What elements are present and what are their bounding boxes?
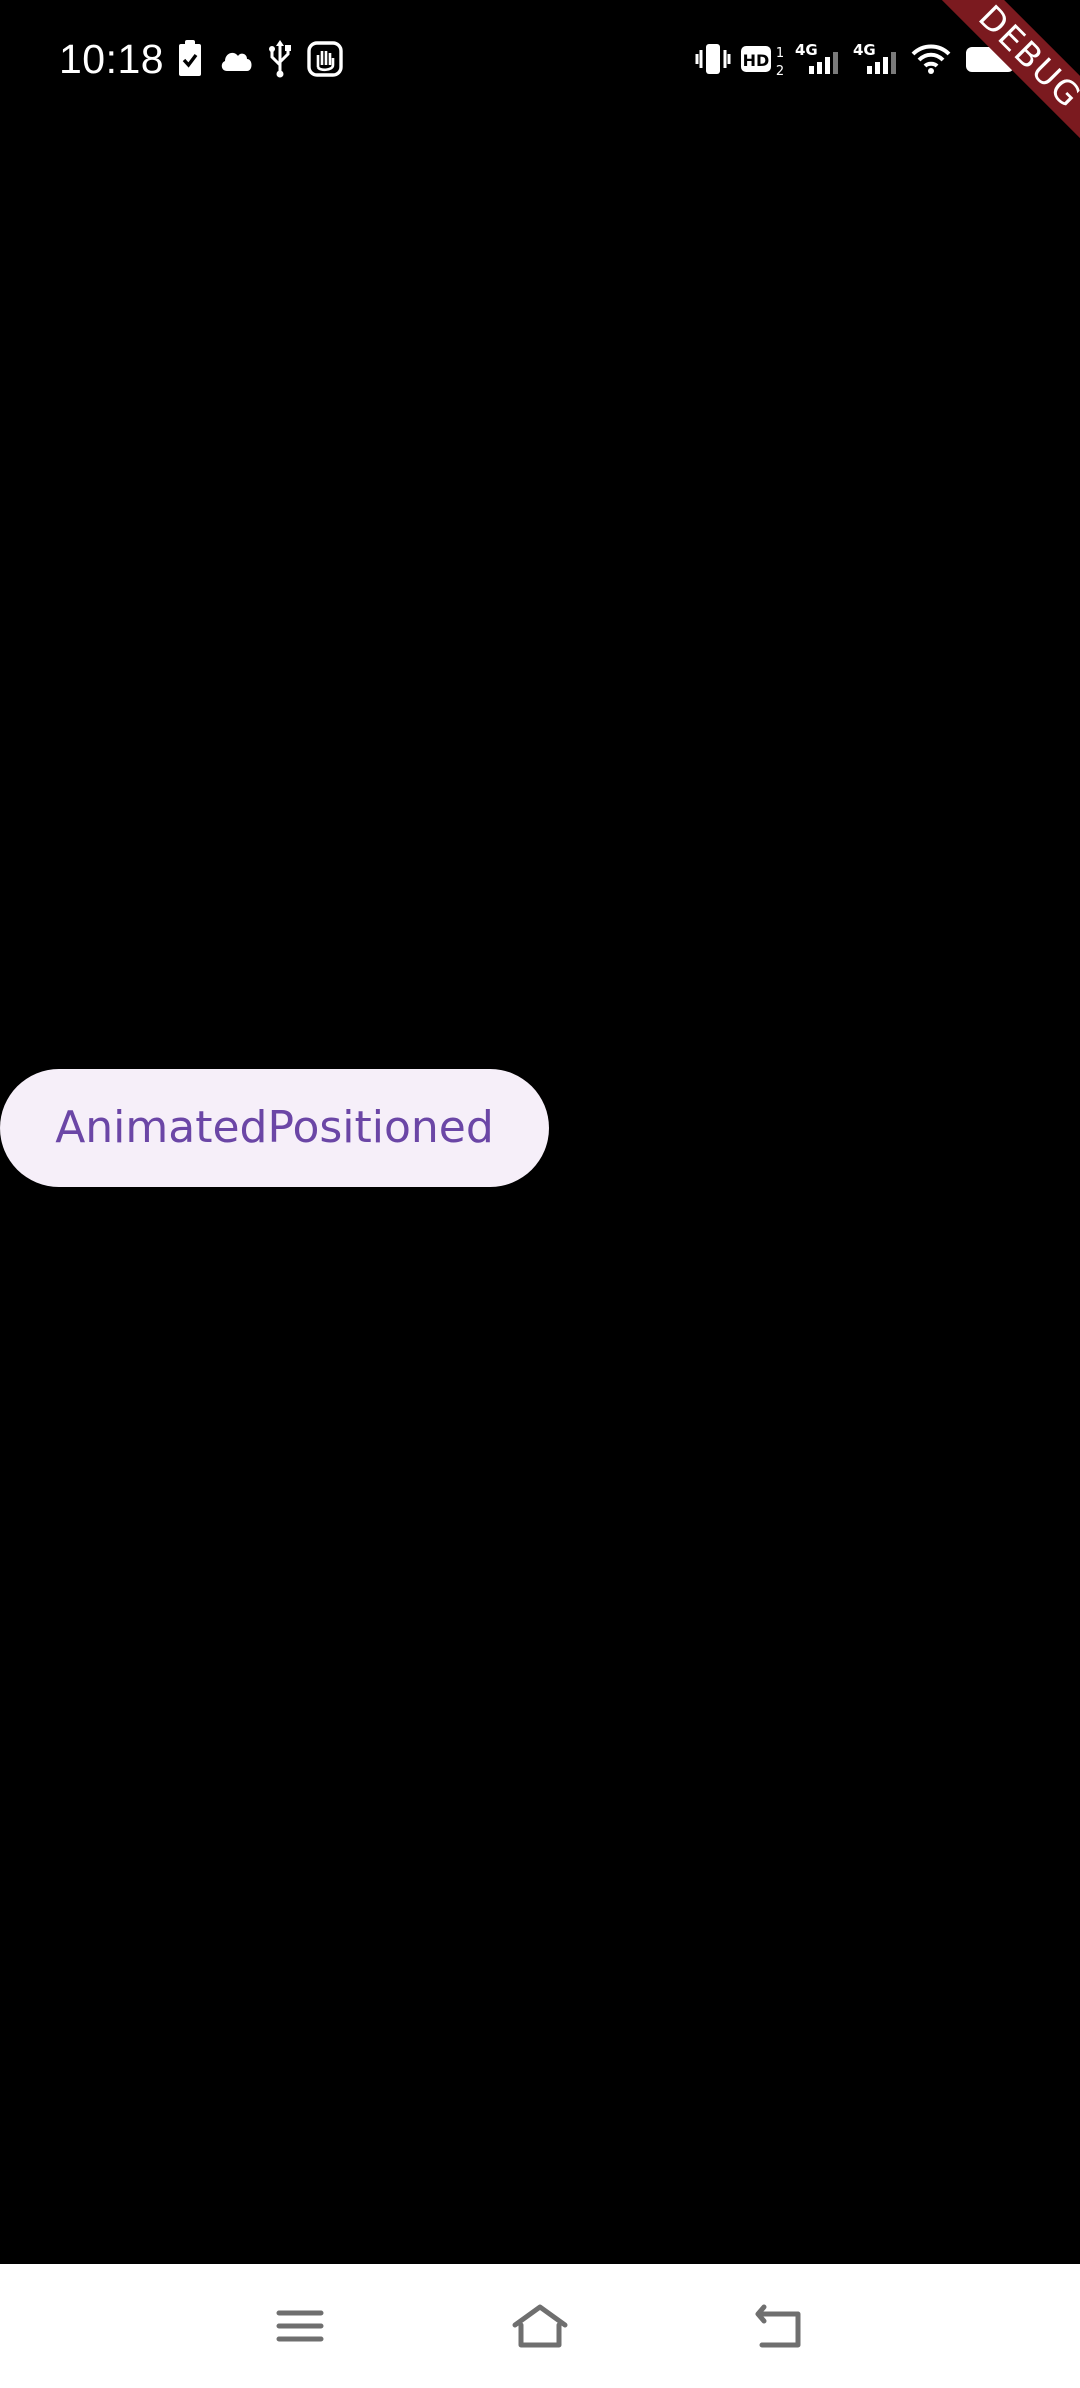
battery-icon [966,47,1019,72]
clipboard-check-icon [179,40,201,76]
status-bar: 10:18 HD 1 2 4G 4G [0,0,1080,118]
main-content: AnimatedPositioned [0,118,1080,2264]
recent-apps-button[interactable] [260,2286,340,2366]
accessibility-hand-icon [307,41,343,77]
animated-positioned-button[interactable]: AnimatedPositioned [0,1069,549,1187]
hd-sub-top: 1 [776,46,784,61]
vibrate-icon [695,44,731,74]
status-time: 10:18 [59,36,165,82]
hd-sub-bottom: 2 [776,64,784,79]
menu-icon [276,2310,324,2342]
cloud-icon [221,52,252,71]
network-label-1: 4G [795,41,818,59]
hd-voice-icon: HD 1 2 [741,46,784,79]
signal-4g-2-icon: 4G [853,41,896,74]
back-icon [755,2304,801,2348]
wifi-icon [911,44,951,74]
usb-icon [269,40,291,78]
back-button[interactable] [740,2286,820,2366]
network-label-2: 4G [853,41,876,59]
home-button[interactable] [500,2286,580,2366]
home-icon [512,2304,568,2348]
hd-label: HD [743,51,770,70]
signal-4g-1-icon: 4G [795,41,838,74]
system-navigation-bar [0,2264,1080,2388]
